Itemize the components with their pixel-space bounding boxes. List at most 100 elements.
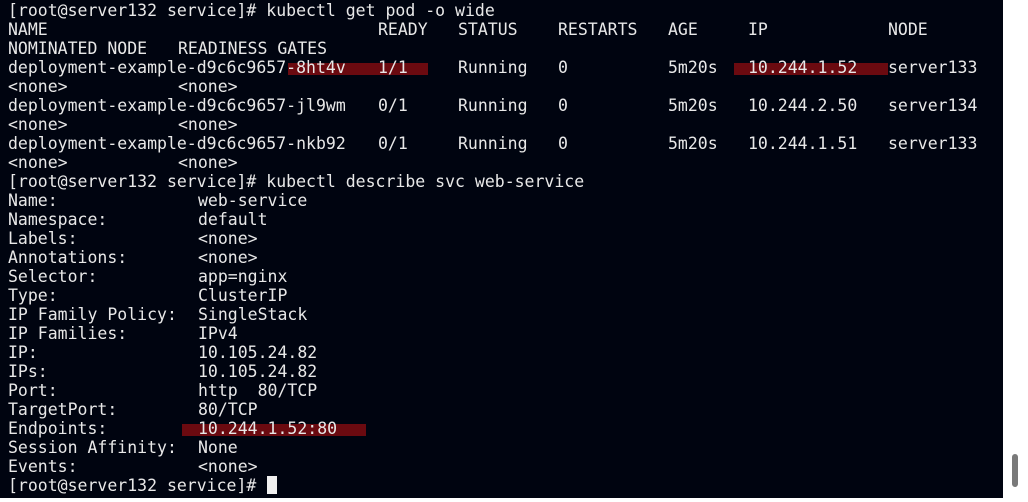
- describe-value: IPv4: [198, 324, 238, 343]
- header-name: NAME: [8, 20, 48, 39]
- text-cursor: [267, 476, 278, 494]
- table-row: deployment-example-d9c6c9657-8ht4v 1/1 R…: [8, 58, 977, 77]
- pod-readiness-gates: <none>: [178, 153, 238, 172]
- table-row: deployment-example-d9c6c9657-nkb92 0/1 R…: [8, 134, 977, 153]
- describe-row: IPs: 10.105.24.82: [8, 362, 584, 381]
- table-row-wrapped: <none> <none>: [8, 115, 584, 134]
- pod-node: server134: [888, 96, 978, 115]
- pod-name: deployment-example-d9c6c9657-jl9wm: [8, 96, 346, 115]
- pod-restarts: 0: [558, 58, 568, 77]
- pod-readiness-gates: <none>: [178, 115, 238, 134]
- terminal-screen[interactable]: [root@server132 service]# kubectl get po…: [0, 0, 1003, 498]
- describe-value: 10.105.24.82: [198, 343, 318, 362]
- command-line: [root@server132 service]# kubectl get po…: [8, 1, 584, 20]
- describe-row: Namespace: default: [8, 210, 584, 229]
- command-text: kubectl get pod -o wide: [266, 1, 495, 20]
- describe-value: 80/TCP: [198, 400, 258, 419]
- describe-value: SingleStack: [198, 305, 308, 324]
- header-readiness-gates: READINESS GATES: [178, 39, 328, 58]
- describe-key: Endpoints:: [8, 419, 108, 438]
- shell-prompt: [root@server132 service]#: [8, 1, 267, 20]
- header-restarts: RESTARTS: [558, 20, 638, 39]
- describe-value: ClusterIP: [198, 286, 288, 305]
- describe-row: Name: web-service: [8, 191, 584, 210]
- pod-age: 5m20s: [668, 58, 718, 77]
- pod-restarts: 0: [558, 96, 568, 115]
- describe-row: Selector: app=nginx: [8, 267, 584, 286]
- describe-row: IP Families: IPv4: [8, 324, 584, 343]
- describe-key: Name:: [8, 191, 58, 210]
- pod-restarts: 0: [558, 134, 568, 153]
- shell-prompt: [root@server132 service]#: [8, 476, 267, 495]
- command-line: [root@server132 service]# kubectl descri…: [8, 172, 584, 191]
- describe-row: Port: http 80/TCP: [8, 381, 584, 400]
- header-age: AGE: [668, 20, 698, 39]
- describe-value: web-service: [198, 191, 308, 210]
- describe-row: TargetPort: 80/TCP: [8, 400, 584, 419]
- describe-row: Endpoints: 10.244.1.52:80: [8, 419, 584, 438]
- pod-node: server133: [888, 134, 978, 153]
- describe-key: Labels:: [8, 229, 78, 248]
- table-header: NAME READY STATUS RESTARTS AGE IP NODE: [8, 20, 928, 39]
- table-row: deployment-example-d9c6c9657-jl9wm 0/1 R…: [8, 96, 977, 115]
- command-text: kubectl describe svc web-service: [266, 172, 585, 191]
- pod-ip: 10.244.2.50: [748, 96, 858, 115]
- describe-row: Session Affinity: None: [8, 438, 584, 457]
- pod-status: Running: [458, 96, 528, 115]
- describe-row: IP: 10.105.24.82: [8, 343, 584, 362]
- active-command-line[interactable]: [root@server132 service]#: [8, 476, 584, 495]
- describe-row: Type: ClusterIP: [8, 286, 584, 305]
- pod-status: Running: [458, 134, 528, 153]
- terminal-window[interactable]: [root@server132 service]# kubectl get po…: [0, 0, 1028, 502]
- describe-key: IPs:: [8, 362, 48, 381]
- describe-value: 10.105.24.82: [198, 362, 318, 381]
- describe-key: Type:: [8, 286, 58, 305]
- scrollbar-thumb[interactable]: [1012, 454, 1018, 487]
- describe-key: TargetPort:: [8, 400, 118, 419]
- describe-key: Events:: [8, 457, 78, 476]
- describe-key: Session Affinity:: [8, 438, 177, 457]
- describe-value: <none>: [198, 229, 258, 248]
- describe-row: IP Family Policy: SingleStack: [8, 305, 584, 324]
- header-node: NODE: [888, 20, 928, 39]
- describe-key: IP:: [8, 343, 38, 362]
- table-row-wrapped: <none> <none>: [8, 77, 584, 96]
- pod-name: deployment-example-d9c6c9657-nkb92: [8, 134, 346, 153]
- pod-age: 5m20s: [668, 134, 718, 153]
- describe-value: 10.244.1.52:80: [198, 419, 338, 438]
- pod-nominated-node: <none>: [8, 153, 68, 172]
- pod-nominated-node: <none>: [8, 115, 68, 134]
- header-ip: IP: [748, 20, 768, 39]
- vertical-scrollbar[interactable]: [1003, 0, 1028, 502]
- pod-name: deployment-example-d9c6c9657-8ht4v: [8, 58, 346, 77]
- header-nominated-node: NOMINATED NODE: [8, 39, 148, 58]
- header-status: STATUS: [458, 20, 518, 39]
- describe-value: None: [198, 438, 238, 457]
- describe-value: <none>: [198, 457, 258, 476]
- describe-key: Selector:: [8, 267, 98, 286]
- describe-value: <none>: [198, 248, 258, 267]
- describe-row: Labels: <none>: [8, 229, 584, 248]
- describe-row: Events: <none>: [8, 457, 584, 476]
- pod-readiness-gates: <none>: [178, 77, 238, 96]
- describe-value: app=nginx: [198, 267, 288, 286]
- table-header-wrapped: NOMINATED NODE READINESS GATES: [8, 39, 584, 58]
- pod-ip: 10.244.1.52: [748, 58, 858, 77]
- window-bottom-edge: [0, 498, 1003, 502]
- describe-key: Annotations:: [8, 248, 128, 267]
- pod-age: 5m20s: [668, 96, 718, 115]
- pod-nominated-node: <none>: [8, 77, 68, 96]
- pod-node: server133: [888, 58, 978, 77]
- pod-ready: 0/1: [378, 134, 408, 153]
- describe-key: Namespace:: [8, 210, 108, 229]
- pod-status: Running: [458, 58, 528, 77]
- describe-key: Port:: [8, 381, 58, 400]
- describe-row: Annotations: <none>: [8, 248, 584, 267]
- terminal-output: [root@server132 service]# kubectl get po…: [8, 1, 977, 495]
- table-row-wrapped: <none> <none>: [8, 153, 584, 172]
- header-ready: READY: [378, 20, 428, 39]
- describe-value: http 80/TCP: [198, 381, 318, 400]
- describe-key: IP Family Policy:: [8, 305, 177, 324]
- describe-value: default: [198, 210, 268, 229]
- describe-key: IP Families:: [8, 324, 128, 343]
